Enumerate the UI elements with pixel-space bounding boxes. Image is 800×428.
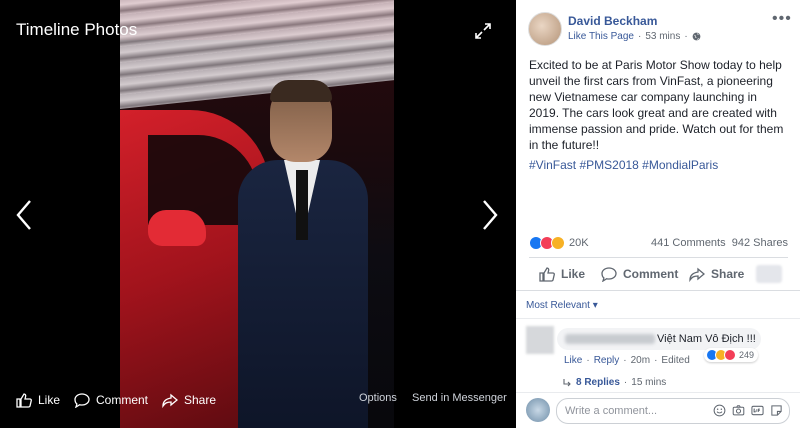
viewer-action-bar: Like Comment Share Options Send in Messe… bbox=[0, 392, 516, 420]
comments-count[interactable]: 441 Comments bbox=[651, 237, 726, 249]
post-photo[interactable] bbox=[120, 0, 394, 428]
comment-sort-label: Most Relevant bbox=[526, 300, 590, 311]
post-share-label: Share bbox=[711, 267, 745, 281]
viewer-comment-button[interactable]: Comment bbox=[74, 392, 148, 408]
meta-separator: · bbox=[637, 31, 642, 42]
viewer-options-link[interactable]: Options bbox=[359, 392, 397, 404]
wow-reaction-icon bbox=[551, 236, 565, 250]
post-time[interactable]: 53 mins bbox=[645, 31, 680, 42]
current-user-avatar bbox=[526, 398, 550, 422]
like-icon bbox=[539, 267, 555, 282]
photo-hair bbox=[270, 80, 332, 102]
viewer-like-label: Like bbox=[38, 393, 61, 407]
post-share-button[interactable]: Share bbox=[689, 266, 744, 282]
share-icon bbox=[689, 267, 705, 282]
commenter-avatar[interactable] bbox=[526, 326, 554, 354]
comment-input[interactable]: Write a comment... bbox=[556, 398, 790, 424]
meta-separator: · bbox=[654, 355, 658, 366]
divider bbox=[516, 290, 800, 291]
prev-arrow-icon[interactable] bbox=[14, 198, 34, 232]
reactions-count[interactable]: 20K bbox=[569, 237, 589, 249]
comment-reactions[interactable]: 249 bbox=[704, 348, 759, 362]
meta-separator: · bbox=[586, 355, 590, 366]
chevron-down-icon: ▾ bbox=[592, 300, 598, 311]
post-stats: 20K 441 Comments 942 Shares bbox=[529, 236, 788, 250]
comment-bubble: Việt Nam Vô Địch !!! bbox=[557, 328, 761, 350]
post-comment-label: Comment bbox=[623, 267, 679, 281]
comment-edited[interactable]: Edited bbox=[661, 355, 689, 366]
share-icon bbox=[162, 393, 178, 408]
author-name[interactable]: David Beckham bbox=[568, 14, 657, 28]
divider bbox=[516, 318, 800, 319]
comment-reply-link[interactable]: Reply bbox=[594, 355, 620, 366]
post-comment-button[interactable]: Comment bbox=[601, 266, 678, 282]
reply-arrow-icon bbox=[563, 378, 571, 386]
meta-separator: · bbox=[623, 355, 627, 366]
sticker-icon[interactable] bbox=[770, 404, 783, 417]
meta-separator: · bbox=[623, 377, 628, 388]
gif-icon[interactable] bbox=[751, 404, 764, 417]
send-in-messenger-link[interactable]: Send in Messenger bbox=[412, 392, 507, 404]
viewer-share-label: Share bbox=[184, 393, 217, 407]
comment-like-link[interactable]: Like bbox=[564, 355, 582, 366]
viewer-like-button[interactable]: Like bbox=[16, 392, 60, 408]
comments-shares-count: 441 Comments 942 Shares bbox=[651, 237, 788, 249]
viewer-title: Timeline Photos bbox=[16, 20, 138, 39]
view-replies-link[interactable]: 8 Replies bbox=[576, 377, 620, 388]
meta-separator: · bbox=[684, 31, 688, 42]
replies-time: 15 mins bbox=[631, 377, 667, 388]
commenter-name-redacted[interactable] bbox=[565, 334, 655, 344]
emoji-icon[interactable] bbox=[713, 404, 726, 417]
divider bbox=[516, 392, 800, 393]
post-action-bar: Like Comment Share bbox=[529, 262, 788, 286]
divider bbox=[529, 257, 788, 258]
comment-text: Việt Nam Vô Địch !!! bbox=[657, 333, 756, 345]
comment-input-placeholder: Write a comment... bbox=[565, 405, 658, 417]
post-like-label: Like bbox=[561, 267, 586, 281]
replies-row: 8 Replies · 15 mins bbox=[562, 377, 666, 388]
comment-icon bbox=[601, 267, 617, 282]
comment-time[interactable]: 20m bbox=[631, 355, 650, 366]
viewer-comment-label: Comment bbox=[96, 393, 149, 407]
comment-reactions-count: 249 bbox=[739, 350, 755, 360]
comment-input-tools bbox=[713, 404, 783, 417]
post-like-button[interactable]: Like bbox=[539, 266, 585, 282]
author-avatar[interactable] bbox=[528, 12, 562, 46]
viewer-share-button[interactable]: Share bbox=[162, 392, 216, 408]
post-text: Excited to be at Paris Motor Show today … bbox=[529, 58, 784, 152]
photo-viewer: Timeline Photos Like Comment Share Optio… bbox=[0, 0, 516, 428]
photo-car-mirror bbox=[148, 210, 206, 246]
comment-sort-dropdown[interactable]: Most Relevant ▾ bbox=[526, 300, 598, 311]
post-meta: Like This Page · 53 mins · bbox=[568, 31, 701, 42]
camera-icon[interactable] bbox=[732, 404, 745, 417]
next-arrow-icon[interactable] bbox=[480, 198, 500, 232]
love-reaction-icon bbox=[724, 349, 736, 361]
comment-meta: Like · Reply · 20m · Edited bbox=[564, 355, 690, 366]
like-icon bbox=[16, 393, 32, 408]
like-page-link[interactable]: Like This Page bbox=[568, 31, 634, 42]
photo-ceiling bbox=[120, 0, 394, 110]
redacted-selector[interactable] bbox=[756, 265, 782, 283]
post-hashtags[interactable]: #VinFast #PMS2018 #MondialParis bbox=[529, 158, 718, 172]
shares-count[interactable]: 942 Shares bbox=[732, 237, 788, 249]
globe-icon bbox=[692, 32, 701, 41]
photo-tie bbox=[296, 170, 308, 240]
expand-icon[interactable] bbox=[474, 22, 492, 40]
reaction-icons[interactable] bbox=[529, 236, 565, 250]
comment-icon bbox=[74, 393, 90, 408]
post-options-icon[interactable]: ••• bbox=[772, 10, 792, 28]
